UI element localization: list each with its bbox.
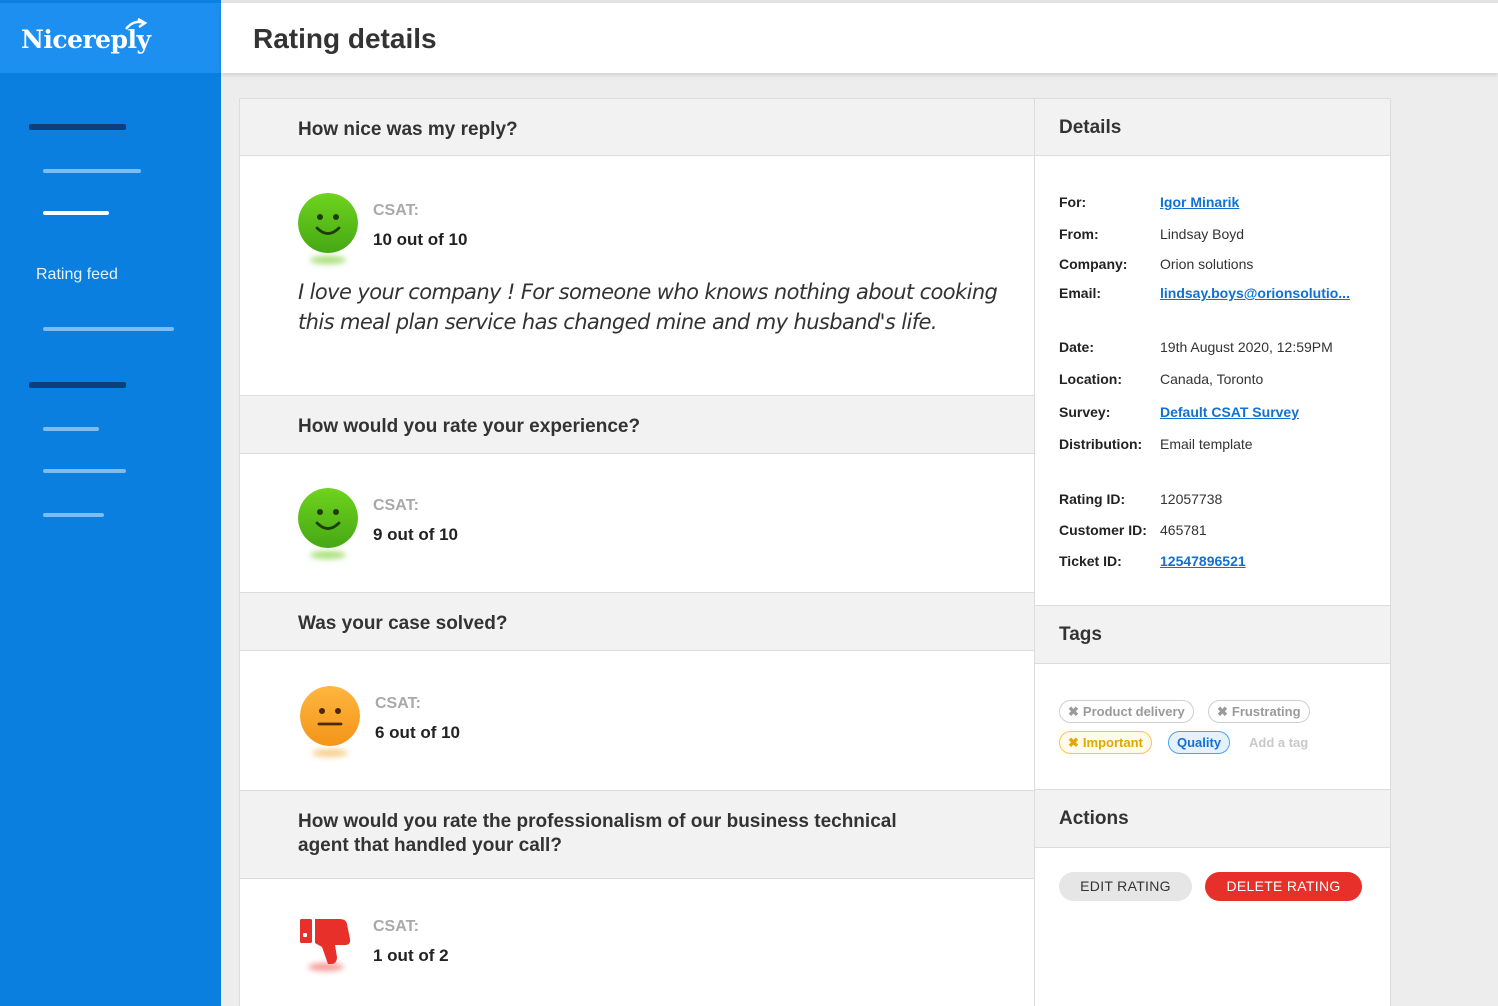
tag-frustrating[interactable]: ✖ Frustrating [1208, 700, 1310, 723]
logo-bar: Nicereply [0, 3, 221, 73]
detail-date-value: 19th August 2020, 12:59PM [1160, 339, 1333, 355]
sidebar-placeholder-line[interactable] [43, 427, 99, 431]
detail-customer-id-value: 465781 [1160, 522, 1207, 538]
detail-key-email: Email: [1059, 285, 1102, 301]
face-shadow [310, 256, 346, 264]
thumbs-down-icon [300, 919, 351, 964]
csat-score: 10 out of 10 [373, 230, 468, 249]
actions-header: Actions [1035, 789, 1390, 848]
detail-key-date: Date: [1059, 339, 1095, 355]
sidebar-placeholder-line-active[interactable] [43, 211, 109, 215]
neutral-face-icon [300, 686, 360, 746]
ratings-panel: How nice was my reply? CSAT: 10 out of 1… [239, 98, 1035, 1006]
edit-rating-button[interactable]: EDIT RATING [1059, 872, 1192, 901]
csat-score: 6 out of 10 [375, 723, 461, 742]
sidebar-item-rating-feed[interactable]: Rating feed [36, 266, 118, 284]
face-shadow [310, 551, 346, 559]
question-title-line-1: How would you rate the professionalism o… [298, 811, 897, 832]
csat-label: CSAT: [373, 497, 419, 514]
detail-key-for: For: [1059, 194, 1087, 210]
detail-key-from: From: [1059, 226, 1099, 242]
question-header: How would you rate your experience? [240, 395, 1034, 454]
detail-rating-id-value: 12057738 [1160, 491, 1223, 507]
tags-title: Tags [1059, 624, 1102, 645]
question-title: How nice was my reply? [298, 119, 518, 140]
question-header: Was your case solved? [240, 592, 1034, 651]
detail-email-link[interactable]: lindsay.boys@orionsolutio... [1160, 285, 1350, 301]
tag-label: Frustrating [1231, 704, 1301, 719]
detail-key-location: Location: [1059, 371, 1122, 387]
tag-quality[interactable]: Quality [1168, 731, 1231, 754]
details-title: Details [1059, 117, 1122, 138]
add-tag-input[interactable]: Add a tag [1249, 735, 1308, 750]
detail-key-customer-id: Customer ID: [1059, 522, 1147, 538]
sidebar-placeholder-line[interactable] [43, 169, 141, 173]
detail-for-link[interactable]: Igor Minarik [1160, 194, 1239, 210]
detail-survey-link[interactable]: Default CSAT Survey [1160, 404, 1299, 420]
actions-title: Actions [1059, 808, 1129, 829]
tag-product-delivery[interactable]: ✖ Product delivery [1059, 700, 1194, 723]
csat-label: CSAT: [373, 918, 419, 935]
remove-tag-icon[interactable]: ✖ [1217, 704, 1228, 719]
sidebar-placeholder-line[interactable] [43, 513, 104, 517]
detail-key-survey: Survey: [1059, 404, 1111, 420]
header: Rating details [221, 3, 1498, 73]
detail-ticket-id-link[interactable]: 12547896521 [1160, 553, 1246, 569]
delete-rating-button[interactable]: DELETE RATING [1205, 872, 1362, 901]
remove-tag-icon[interactable]: ✖ [1068, 704, 1079, 719]
sidebar: Nicereply Rating feed [0, 0, 221, 1006]
csat-label: CSAT: [375, 695, 421, 712]
detail-key-ticket-id: Ticket ID: [1059, 553, 1122, 569]
details-header: Details [1035, 98, 1390, 156]
sidebar-placeholder-line[interactable] [43, 327, 174, 331]
question-header: How would you rate the professionalism o… [240, 790, 1034, 879]
tag-label: Important [1082, 735, 1143, 750]
tag-label: Quality [1177, 735, 1222, 750]
face-shadow [312, 749, 348, 757]
sidebar-placeholder-line [29, 382, 126, 388]
happy-face-icon [298, 193, 358, 253]
detail-distribution-value: Email template [1160, 436, 1253, 452]
detail-key-company: Company: [1059, 256, 1128, 272]
question-title-line-2: agent that handled your call? [298, 835, 562, 856]
question-title: How would you rate your experience? [298, 416, 641, 437]
detail-company-value: Orion solutions [1160, 256, 1254, 272]
detail-key-rating-id: Rating ID: [1059, 491, 1126, 507]
sidebar-placeholder-line[interactable] [43, 469, 126, 473]
details-panel: Details For: Igor Minarik From: Lindsay … [1034, 98, 1391, 1006]
rating-comment: I love your company ! For someone who kn… [298, 280, 998, 334]
sidebar-placeholder-line [29, 124, 126, 130]
page-title: Rating details [253, 23, 437, 54]
tag-important[interactable]: ✖ Important [1059, 731, 1152, 754]
question-title: Was your case solved? [298, 613, 508, 634]
csat-label: CSAT: [373, 202, 419, 219]
detail-key-distribution: Distribution: [1059, 436, 1143, 452]
tags-header: Tags [1035, 605, 1390, 664]
csat-score: 1 out of 2 [373, 946, 449, 965]
logo-arrow-icon [125, 17, 148, 30]
detail-location-value: Canada, Toronto [1160, 371, 1264, 387]
detail-from-value: Lindsay Boyd [1160, 226, 1245, 242]
csat-score: 9 out of 10 [373, 525, 459, 544]
tag-label: Product delivery [1082, 704, 1185, 719]
happy-face-icon [298, 488, 358, 548]
remove-tag-icon[interactable]: ✖ [1068, 735, 1079, 750]
question-header: How nice was my reply? [240, 98, 1034, 156]
